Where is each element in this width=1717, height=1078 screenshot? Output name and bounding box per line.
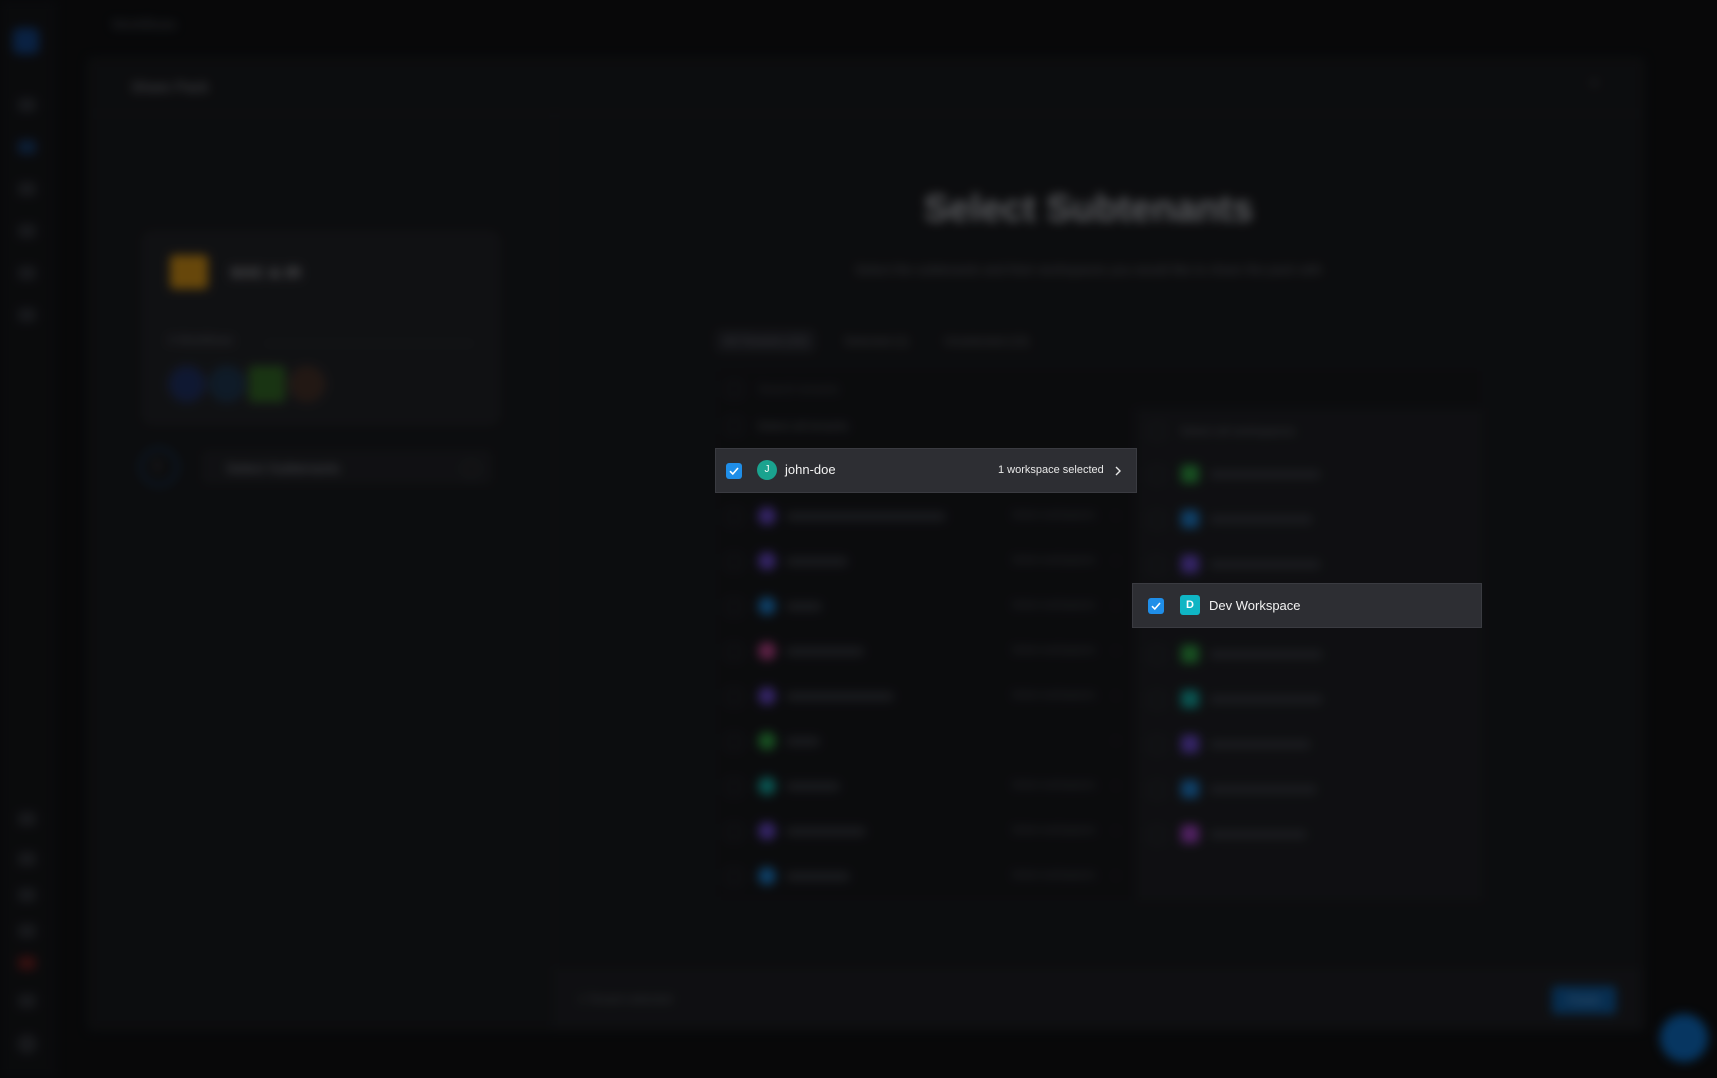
workspace-checkbox-checked[interactable] [1148, 598, 1164, 614]
check-icon [1151, 602, 1161, 611]
tenant-name: john-doe [785, 462, 836, 477]
tenant-row-selected[interactable]: J john-doe 1 workspace selected [715, 448, 1137, 493]
workspace-count-label: 1 workspace selected [998, 464, 1104, 476]
workspace-name: Dev Workspace [1209, 598, 1301, 613]
workspace-badge: D [1180, 595, 1200, 615]
tenant-avatar: J [757, 460, 777, 480]
check-icon [729, 467, 739, 476]
chevron-right-icon[interactable] [1112, 465, 1124, 477]
app-window: Workflows Share Pack × SOC & IR 4 Workfl… [0, 0, 1717, 1078]
workspace-row-selected[interactable]: D Dev Workspace [1132, 583, 1482, 628]
overlay [0, 0, 1717, 1078]
tenant-checkbox-checked[interactable] [726, 463, 742, 479]
